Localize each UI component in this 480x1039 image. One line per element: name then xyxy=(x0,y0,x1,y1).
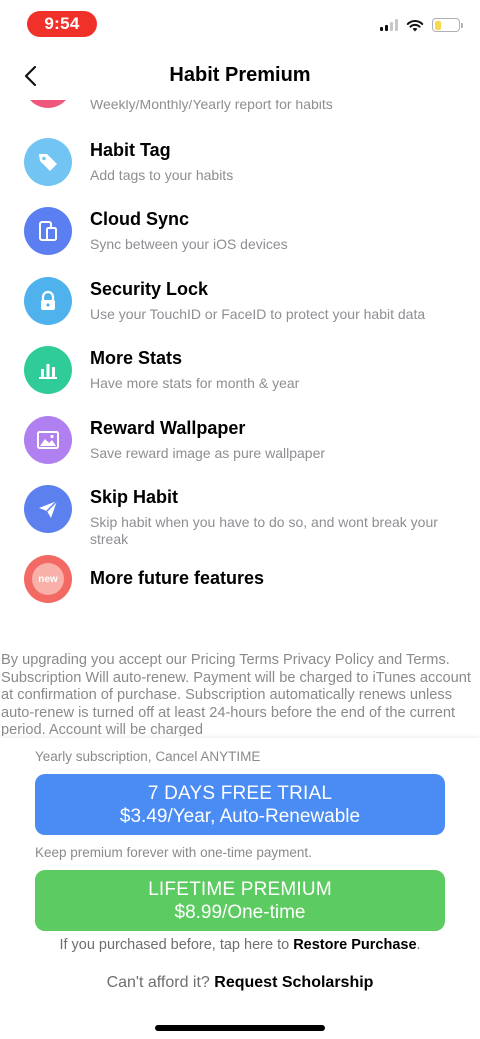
free-trial-button[interactable]: 7 DAYS FREE TRIAL $3.49/Year, Auto-Renew… xyxy=(35,774,445,835)
lock-icon xyxy=(24,277,72,325)
terms-text: By upgrading you accept our Pricing Term… xyxy=(1,652,471,736)
feature-title: Habit Tag xyxy=(90,140,171,160)
status-icons xyxy=(380,18,463,32)
yearly-note: Yearly subscription, Cancel ANYTIME xyxy=(35,749,261,764)
lifetime-line2: $8.99/One-time xyxy=(174,901,306,923)
lifetime-premium-button[interactable]: LIFETIME PREMIUM $8.99/One-time xyxy=(35,870,445,931)
feature-title: Cloud Sync xyxy=(90,209,190,229)
feature-list[interactable]: Weekly/Monthly/Yearly report for habits … xyxy=(0,100,480,610)
paper-plane-icon xyxy=(24,485,72,533)
feature-desc: Sync between your iOS devices xyxy=(90,236,288,252)
scholar-prefix: Can't afford it? xyxy=(106,974,215,991)
feature-title: More Stats xyxy=(90,348,183,368)
scholarship-row: Can't afford it? Request Scholarship xyxy=(0,974,480,992)
home-indicator xyxy=(155,1025,325,1031)
restore-purchase-link[interactable]: Restore Purchase xyxy=(293,937,416,953)
feature-desc: Add tags to your habits xyxy=(90,167,234,183)
devices-icon xyxy=(24,207,72,255)
restore-prefix: If you purchased before, tap here to xyxy=(59,937,294,953)
new-badge-icon: new xyxy=(24,555,72,603)
wifi-icon xyxy=(406,19,424,31)
image-icon xyxy=(24,416,72,464)
trial-line1: 7 DAYS FREE TRIAL xyxy=(147,782,333,804)
status-bar: 9:54 xyxy=(0,0,480,48)
page-title: Habit Premium xyxy=(169,64,311,86)
feature-title: More future features xyxy=(90,568,265,588)
request-scholarship-link[interactable]: Request Scholarship xyxy=(214,974,373,991)
feature-desc: Use your TouchID or FaceID to protect yo… xyxy=(90,306,426,322)
feature-title: Security Lock xyxy=(90,279,209,299)
feature-title: Reward Wallpaper xyxy=(90,418,246,438)
restore-row: If you purchased before, tap here to Res… xyxy=(0,937,480,953)
battery-icon xyxy=(432,18,463,32)
status-time: 9:54 xyxy=(27,11,97,37)
lifetime-note: Keep premium forever with one-time payme… xyxy=(35,845,312,860)
feature-desc: Have more stats for month & year xyxy=(90,375,300,391)
report-icon xyxy=(24,100,72,108)
purchase-panel: Yearly subscription, Cancel ANYTIME 7 DA… xyxy=(0,738,480,1039)
trial-line2: $3.49/Year, Auto-Renewable xyxy=(119,805,361,827)
restore-suffix: . xyxy=(416,937,421,953)
feature-desc: Save reward image as pure wallpaper xyxy=(90,445,326,461)
new-badge-text: new xyxy=(38,573,58,585)
lifetime-line1: LIFETIME PREMIUM xyxy=(148,878,332,900)
feature-title: Skip Habit xyxy=(90,487,179,507)
bar-chart-icon xyxy=(24,346,72,394)
tag-icon xyxy=(24,138,72,186)
feature-desc: Weekly/Monthly/Yearly report for habits xyxy=(90,100,333,112)
cellular-signal-icon xyxy=(380,19,398,31)
feature-desc: Skip habit when you have to do so, and w… xyxy=(90,514,438,547)
nav-bar: Habit Premium xyxy=(0,52,480,100)
